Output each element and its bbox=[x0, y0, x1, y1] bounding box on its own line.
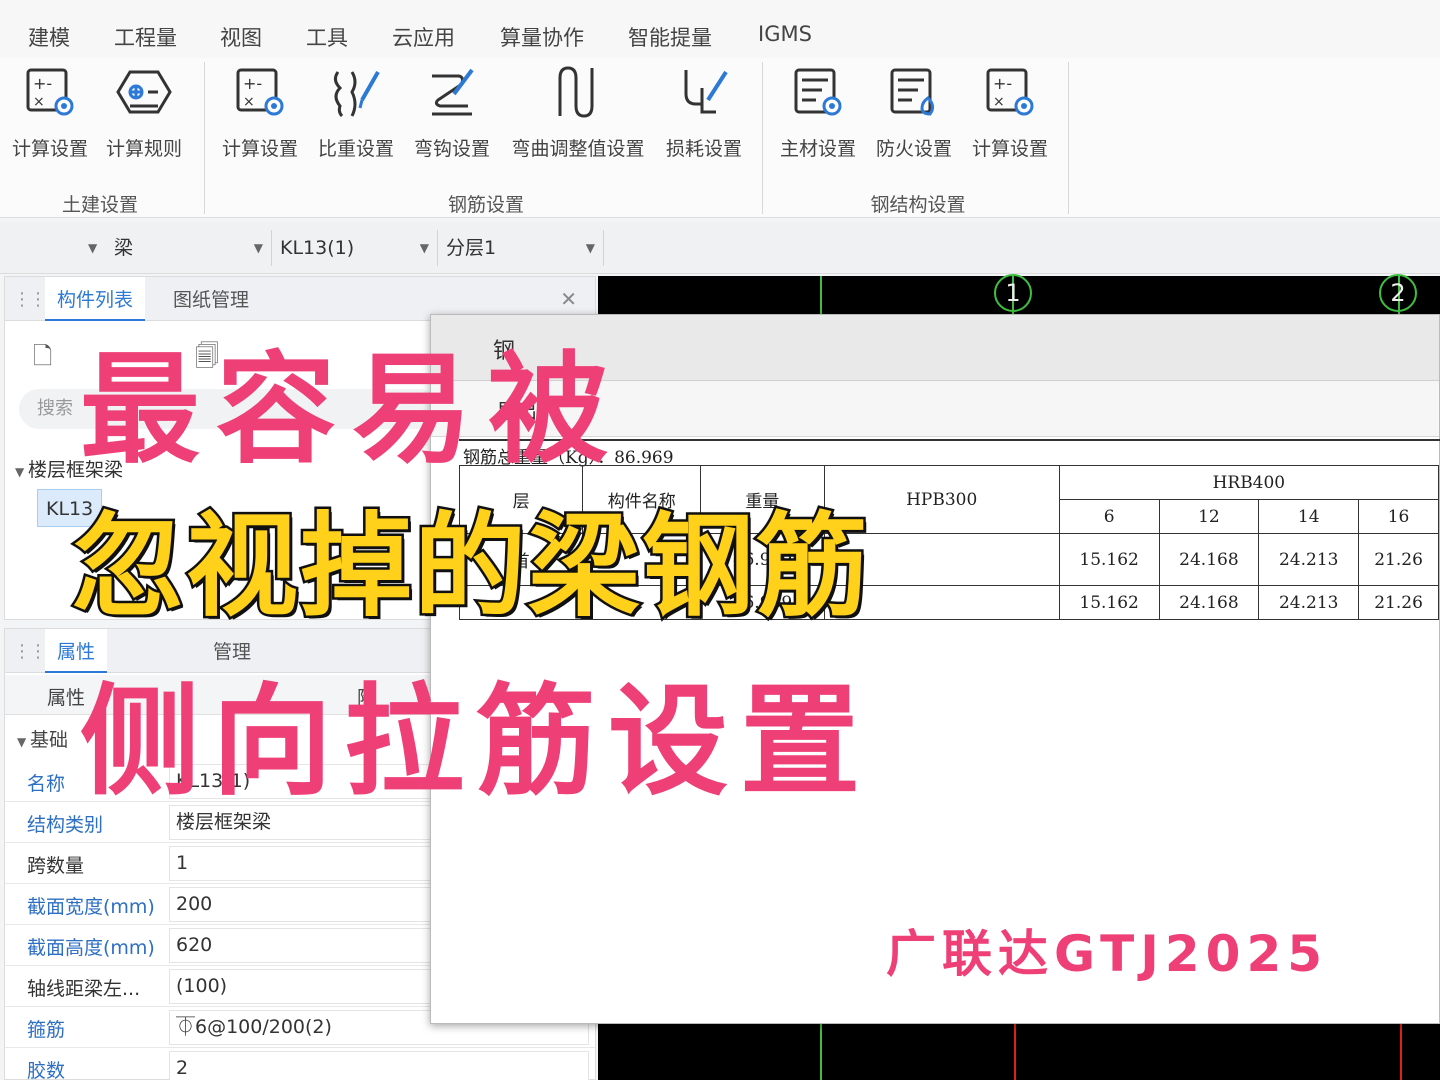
group-label-rebar: 钢筋设置 bbox=[447, 194, 524, 216]
axis-line bbox=[820, 1024, 822, 1080]
button-label: 弯曲调整值设置 bbox=[511, 138, 645, 160]
hook-icon bbox=[432, 68, 474, 116]
cell-d16: 21.26 bbox=[1358, 585, 1439, 620]
drag-handle-icon[interactable]: ⋮⋮ bbox=[13, 641, 47, 662]
header-hrb400: HRB400 bbox=[1058, 465, 1440, 500]
chevron-down-icon: ▼ bbox=[419, 241, 429, 255]
property-name: 胶数 bbox=[27, 1060, 66, 1080]
cell-d14: 24.213 bbox=[1258, 585, 1360, 620]
axis-bubble-2[interactable]: 2 bbox=[1379, 274, 1417, 312]
header-diameter-6: 6 bbox=[1058, 499, 1160, 534]
bend-adjust-icon bbox=[558, 66, 594, 118]
loss-icon bbox=[684, 70, 728, 114]
menu-tools[interactable]: 工具 bbox=[306, 22, 348, 52]
svg-text:+-: +- bbox=[243, 74, 262, 93]
menu-modeling[interactable]: 建模 bbox=[28, 22, 70, 52]
svg-text:+-: +- bbox=[993, 74, 1012, 93]
drag-handle-icon[interactable]: ⋮⋮ bbox=[13, 289, 47, 310]
selector-row: ▼ 梁 ▼ KL13(1) ▼ 分层1 ▼ bbox=[0, 222, 1440, 274]
overlay-title-line-2: 忽视掉的梁钢筋 bbox=[70, 500, 871, 635]
civil-calc-rules-button[interactable]: 计算规则 bbox=[96, 62, 192, 172]
calc-rules-icon bbox=[116, 70, 172, 114]
collapse-icon[interactable]: ▼ bbox=[17, 735, 30, 749]
cell-d14: 24.213 bbox=[1258, 533, 1360, 586]
axis-line bbox=[820, 276, 822, 316]
group-label-steel: 钢结构设置 bbox=[870, 194, 966, 216]
menu-bar: 建模 工程量 视图 工具 云应用 算量协作 智能提量 IGMS bbox=[0, 0, 1440, 58]
close-icon[interactable]: ✕ bbox=[560, 287, 577, 311]
button-label: 计算设置 bbox=[971, 138, 1048, 160]
chevron-down-icon: ▼ bbox=[585, 241, 595, 255]
header-diameter-16: 16 bbox=[1358, 499, 1439, 534]
axis-line bbox=[1400, 1024, 1402, 1080]
layer-select[interactable]: 分层1 ▼ bbox=[440, 230, 604, 266]
group-label-civil: 土建设置 bbox=[61, 194, 138, 216]
group-separator bbox=[1068, 62, 1069, 214]
cell-d16: 21.26 bbox=[1358, 533, 1439, 586]
calc-settings-icon: +- × bbox=[236, 68, 284, 116]
menu-collab[interactable]: 算量协作 bbox=[500, 22, 584, 52]
svg-text:×: × bbox=[993, 94, 1005, 110]
bend-adjust-settings-button[interactable]: 弯曲调整值设置 bbox=[511, 62, 645, 172]
density-icon bbox=[333, 71, 380, 118]
chevron-down-icon: ▼ bbox=[253, 241, 263, 255]
svg-text:×: × bbox=[243, 94, 255, 110]
cell-d6: 15.162 bbox=[1058, 533, 1160, 586]
menu-cloud[interactable]: 云应用 bbox=[392, 22, 455, 52]
property-value-input[interactable]: 2 bbox=[169, 1051, 589, 1080]
cell-d6: 15.162 bbox=[1058, 585, 1160, 620]
property-row-leg-count: 胶数 2 bbox=[5, 1048, 595, 1080]
menu-view[interactable]: 视图 bbox=[220, 22, 262, 52]
menu-igms[interactable]: IGMS bbox=[758, 22, 812, 46]
property-name: 箍筋 bbox=[27, 1019, 66, 1041]
layer-value: 分层1 bbox=[446, 237, 497, 259]
property-group-basic[interactable]: ▼ 基础 bbox=[17, 725, 68, 752]
steel-calc-settings-button[interactable]: +- × 计算设置 bbox=[962, 62, 1058, 172]
button-label: 弯钩设置 bbox=[413, 138, 490, 160]
cell-d12: 24.168 bbox=[1158, 585, 1260, 620]
svg-text:×: × bbox=[33, 94, 45, 110]
category-value: 梁 bbox=[114, 237, 134, 259]
component-select[interactable]: KL13(1) ▼ bbox=[274, 230, 438, 266]
calc-settings-icon: +- × bbox=[986, 68, 1034, 116]
overlay-title-line-3: 侧向拉筋设置 bbox=[80, 673, 872, 812]
floor-dropdown-arrow-icon[interactable]: ▼ bbox=[88, 230, 97, 266]
header-diameter-12: 12 bbox=[1158, 499, 1260, 534]
axis-line bbox=[1014, 1024, 1016, 1080]
main-material-icon bbox=[794, 68, 842, 116]
new-component-icon[interactable]: 🗋 bbox=[33, 339, 52, 380]
category-select[interactable]: 梁 ▼ bbox=[108, 230, 272, 266]
property-name: 跨数量 bbox=[27, 855, 85, 877]
header-diameter-14: 14 bbox=[1258, 499, 1360, 534]
calc-settings-icon: +- × bbox=[26, 68, 74, 116]
property-name: 截面宽度(mm) bbox=[27, 896, 155, 918]
menu-smart-extract[interactable]: 智能提量 bbox=[628, 22, 712, 52]
hook-settings-button[interactable]: 弯钩设置 bbox=[404, 62, 500, 172]
overlay-title-line-1: 最容易被 bbox=[80, 341, 624, 480]
fireproof-icon bbox=[890, 68, 935, 116]
property-name: 名称 bbox=[27, 773, 66, 795]
brand-watermark: 广联达GTJ2025 bbox=[886, 925, 1329, 983]
svg-text:+-: +- bbox=[33, 74, 52, 93]
property-group-label: 基础 bbox=[30, 729, 69, 751]
component-value: KL13(1) bbox=[280, 237, 355, 259]
collapse-icon[interactable]: ▼ bbox=[15, 465, 28, 479]
property-name: 轴线距梁左... bbox=[27, 978, 141, 1000]
cell-d12: 24.168 bbox=[1158, 533, 1260, 586]
axis-bubble-1[interactable]: 1 bbox=[994, 274, 1032, 312]
property-name: 截面高度(mm) bbox=[27, 937, 155, 959]
menu-quantity[interactable]: 工程量 bbox=[114, 22, 177, 52]
ribbon: +- × 计算设置 计算规则 土建设置 +- × 计算设置 比重设置 弯钩设置 … bbox=[0, 58, 1440, 218]
loss-settings-button[interactable]: 损耗设置 bbox=[656, 62, 752, 172]
